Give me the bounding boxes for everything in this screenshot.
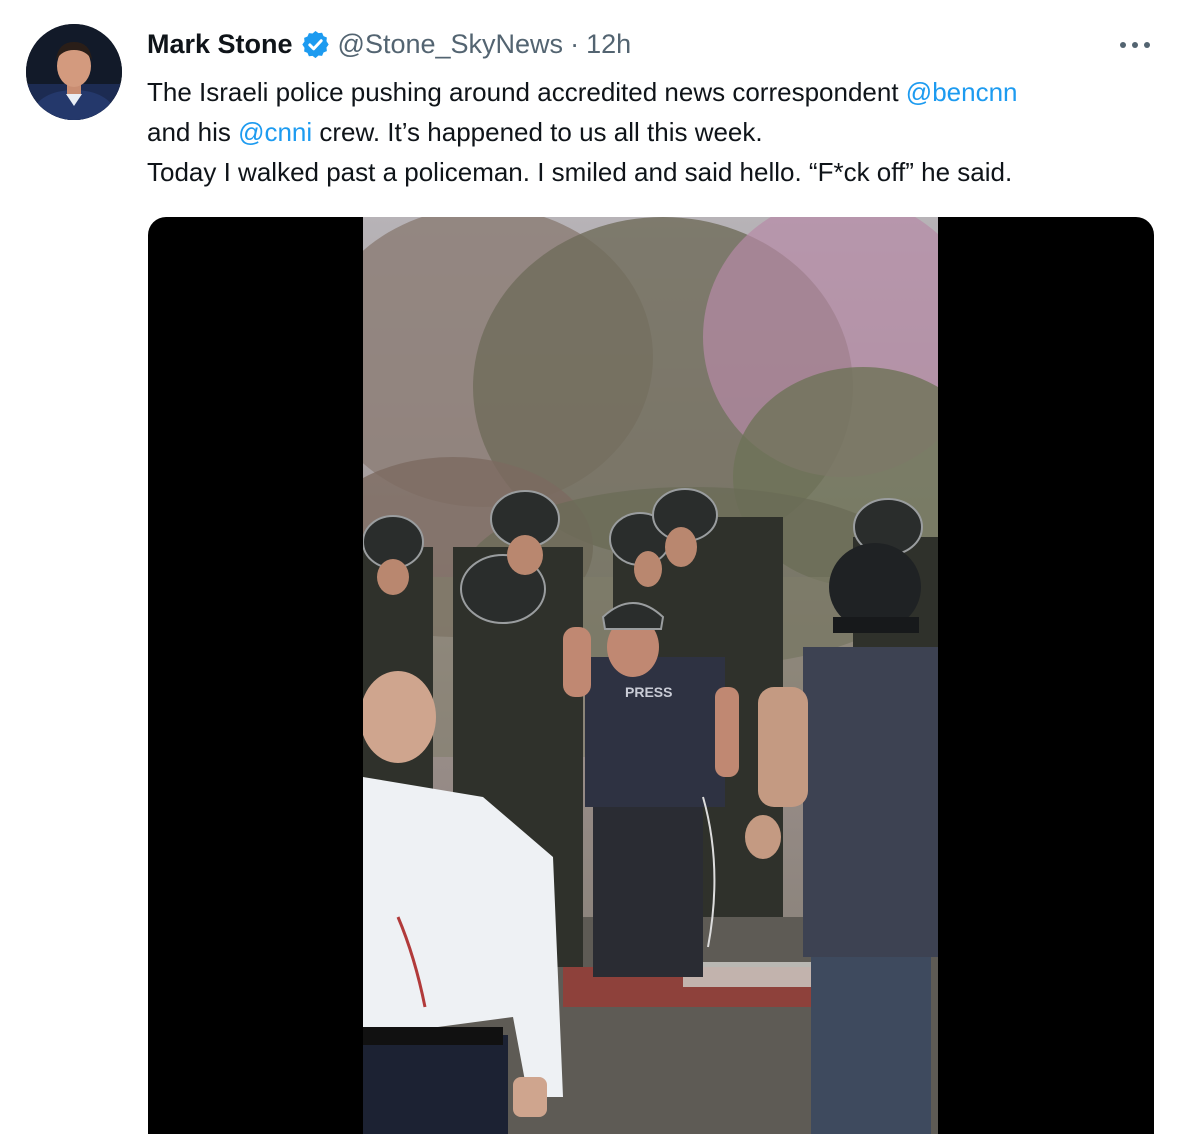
press-vest-label: PRESS — [625, 684, 672, 700]
header-separator: · — [570, 29, 580, 59]
tweet-text-segment: The Israeli police pushing around accred… — [147, 77, 906, 107]
tweet-media-video[interactable]: PRESS — [148, 217, 1154, 1134]
author-name[interactable]: Mark Stone — [147, 26, 293, 62]
tweet-text-line-3: Today I walked past a policeman. I smile… — [147, 157, 1013, 187]
tweet-timestamp[interactable]: 12h — [586, 26, 631, 62]
tweet-text-segment: crew. It’s happened to us all this week. — [312, 117, 763, 147]
tweet-header: Mark Stone @Stone_SkyNews · 12h — [147, 26, 631, 62]
video-still-image: PRESS — [363, 217, 938, 1134]
mention-link-cnni[interactable]: @cnni — [238, 117, 312, 147]
avatar-image — [26, 24, 122, 120]
author-handle[interactable]: @Stone_SkyNews — [338, 26, 564, 62]
tweet-text-segment: and his — [147, 117, 239, 147]
more-options-icon — [1120, 42, 1150, 48]
mention-link-bencnn[interactable]: @bencnn — [906, 77, 1018, 107]
author-avatar[interactable] — [26, 24, 122, 120]
more-options-button[interactable] — [1115, 30, 1155, 60]
tweet[interactable]: Mark Stone @Stone_SkyNews · 12h The Isra… — [0, 0, 1200, 1134]
tweet-text-line-1: The Israeli police pushing around accred… — [147, 72, 1177, 112]
video-frame: PRESS — [363, 217, 938, 1134]
verified-badge-icon — [300, 29, 331, 60]
tweet-text: The Israeli police pushing around accred… — [147, 72, 1177, 192]
tweet-text-line-2: and his @cnni crew. It’s happened to us … — [147, 112, 1177, 152]
